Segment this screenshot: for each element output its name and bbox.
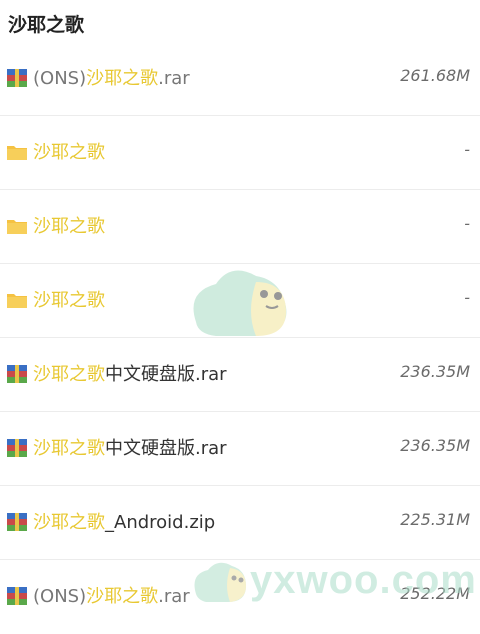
file-name: 沙耶之歌中文硬盘版.rar bbox=[33, 364, 227, 385]
file-size: - bbox=[464, 214, 470, 233]
file-size: 225.31M bbox=[400, 510, 470, 529]
archive-icon bbox=[7, 513, 27, 531]
watermark-text: yxwoo.com bbox=[250, 558, 477, 602]
archive-icon bbox=[7, 587, 27, 605]
file-size: 236.35M bbox=[400, 362, 470, 381]
list-item[interactable]: 沙耶之歌 - bbox=[0, 116, 480, 190]
mascot-watermark-icon bbox=[186, 262, 296, 342]
folder-name: 沙耶之歌 bbox=[33, 290, 105, 311]
file-size: 261.68M bbox=[400, 66, 470, 85]
folder-name: 沙耶之歌 bbox=[33, 216, 105, 237]
file-size: - bbox=[464, 140, 470, 159]
folder-icon bbox=[7, 143, 27, 161]
file-name: (ONS)沙耶之歌.rar bbox=[33, 586, 190, 607]
list-item[interactable]: (ONS)沙耶之歌.rar 261.68M bbox=[0, 42, 480, 116]
file-name: 沙耶之歌_Android.zip bbox=[33, 512, 216, 533]
folder-icon bbox=[7, 291, 27, 309]
file-size: - bbox=[464, 288, 470, 307]
list-item[interactable]: 沙耶之歌 - bbox=[0, 190, 480, 264]
watermark-logo-icon bbox=[190, 558, 250, 604]
archive-icon bbox=[7, 365, 27, 383]
archive-icon bbox=[7, 439, 27, 457]
page-title: 沙耶之歌 bbox=[8, 14, 85, 36]
list-item[interactable]: 沙耶之歌中文硬盘版.rar 236.35M bbox=[0, 338, 480, 412]
file-name: (ONS)沙耶之歌.rar bbox=[33, 68, 190, 89]
list-item[interactable]: 沙耶之歌中文硬盘版.rar 236.35M bbox=[0, 412, 480, 486]
archive-icon bbox=[7, 69, 27, 87]
folder-icon bbox=[7, 217, 27, 235]
file-size: 236.35M bbox=[400, 436, 470, 455]
list-item[interactable]: 沙耶之歌_Android.zip 225.31M bbox=[0, 486, 480, 560]
file-name: 沙耶之歌中文硬盘版.rar bbox=[33, 438, 227, 459]
site-watermark: yxwoo.com bbox=[190, 556, 480, 606]
folder-name: 沙耶之歌 bbox=[33, 142, 105, 163]
